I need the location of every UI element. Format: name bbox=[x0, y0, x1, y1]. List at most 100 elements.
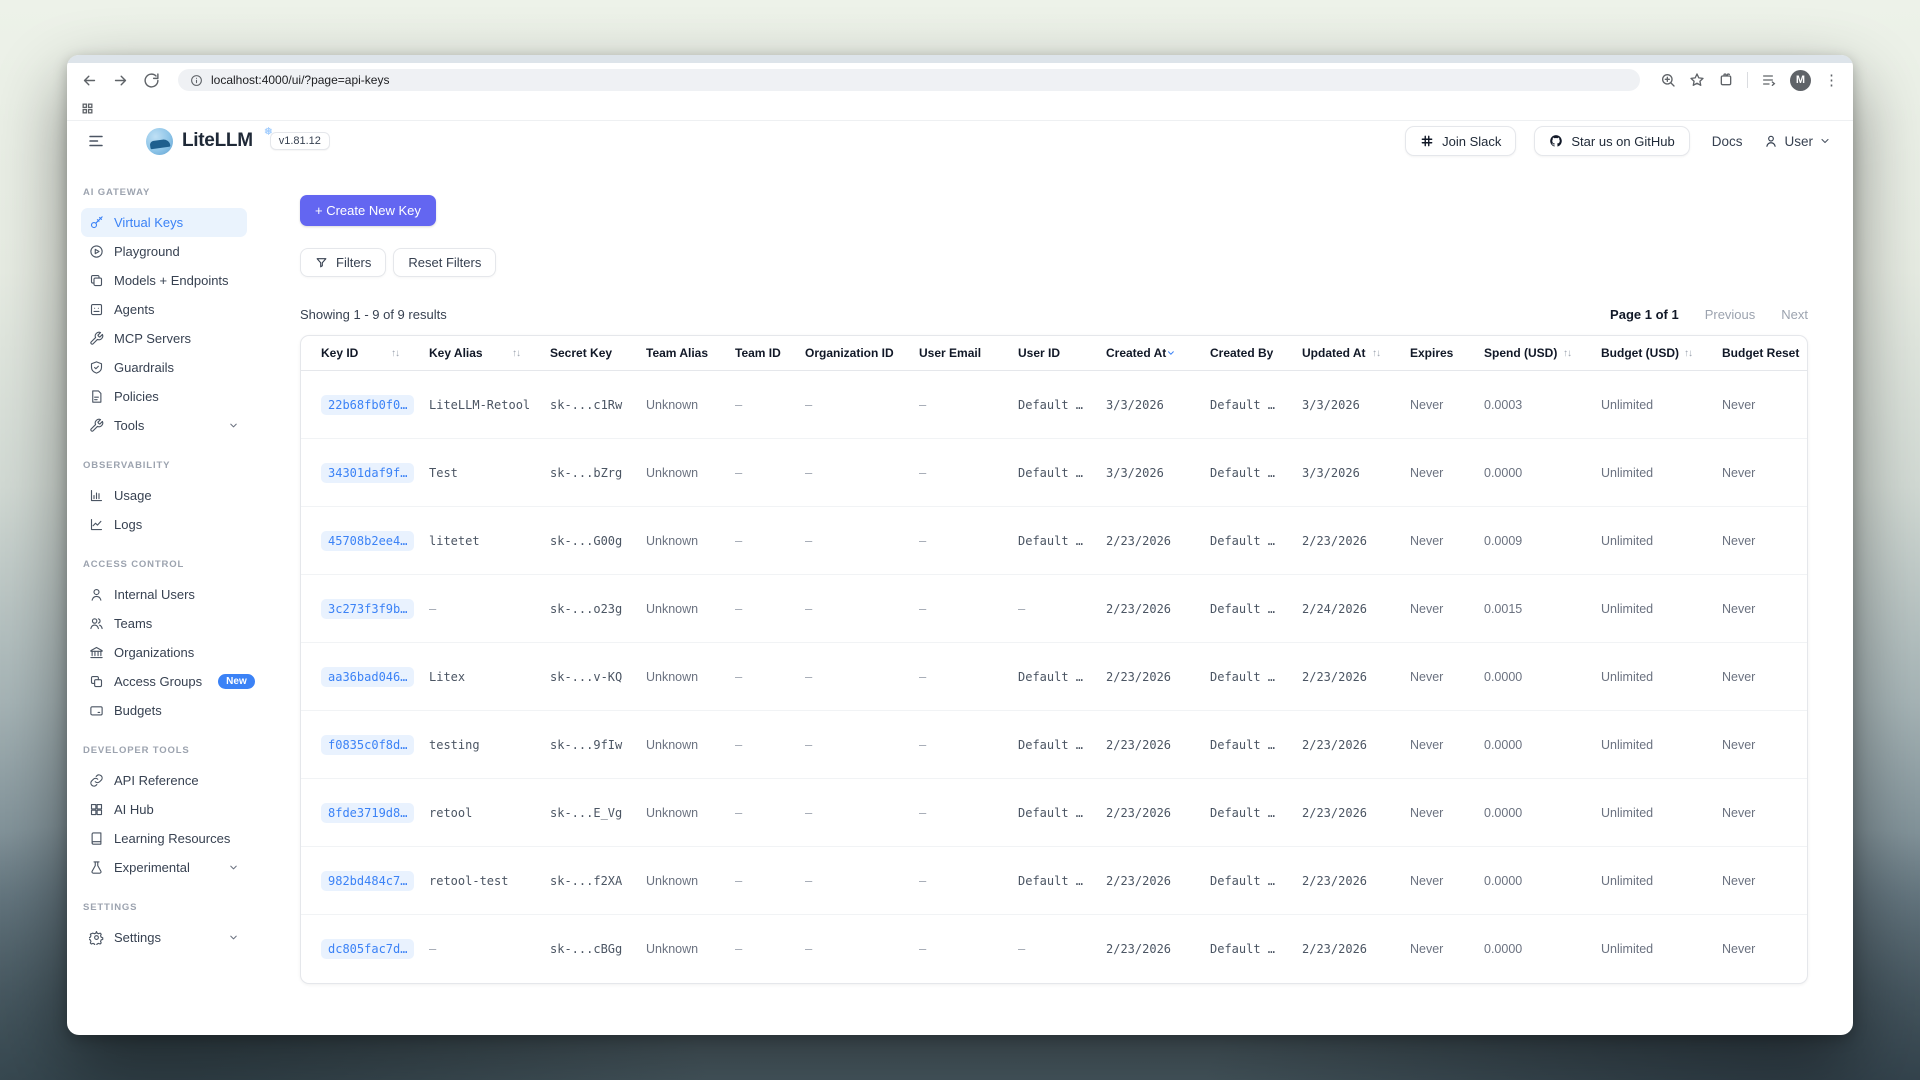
column-header-organization-id[interactable]: Organization ID bbox=[805, 336, 919, 370]
join-slack-label: Join Slack bbox=[1442, 134, 1501, 149]
sort-icon[interactable]: ↑↓ bbox=[512, 348, 520, 359]
browser-profile-avatar[interactable]: M bbox=[1790, 70, 1811, 91]
key-id-link[interactable]: 34301daf9f… bbox=[321, 463, 414, 483]
column-header-spend-usd[interactable]: Spend (USD)↑↓ bbox=[1484, 336, 1601, 370]
table-row[interactable]: 8fde3719d8…retoolsk-...E_VgUnknown–––Def… bbox=[301, 779, 1807, 847]
table-row[interactable]: 22b68fb0f0…LiteLLM-Retoolsk-...c1RwUnkno… bbox=[301, 371, 1807, 439]
sidebar-item-settings[interactable]: Settings bbox=[81, 923, 247, 952]
back-icon[interactable] bbox=[81, 72, 98, 89]
sidebar-item-guardrails[interactable]: Guardrails bbox=[81, 353, 247, 382]
table-row[interactable]: 3c273f3f9b…–sk-...o23gUnknown––––2/23/20… bbox=[301, 575, 1807, 643]
sidebar-item-models-endpoints[interactable]: Models + Endpoints bbox=[81, 266, 247, 295]
cell-key_id: 8fde3719d8… bbox=[321, 803, 429, 823]
cell-created_by: Default … bbox=[1210, 874, 1302, 888]
address-bar[interactable]: localhost:4000/ui/?page=api-keys bbox=[178, 69, 1640, 91]
sidebar-item-mcp-servers[interactable]: MCP Servers bbox=[81, 324, 247, 353]
cell-expires: Never bbox=[1410, 466, 1484, 480]
sidebar-item-internal-users[interactable]: Internal Users bbox=[81, 580, 247, 609]
column-header-budget-usd[interactable]: Budget (USD)↑↓ bbox=[1601, 336, 1722, 370]
sidebar-item-tools[interactable]: Tools bbox=[81, 411, 247, 440]
key-id-link[interactable]: dc805fac7d… bbox=[321, 939, 414, 959]
column-header-created-at[interactable]: Created At bbox=[1106, 336, 1210, 370]
column-header-budget-reset[interactable]: Budget Reset bbox=[1722, 336, 1807, 370]
cell-key_id: 45708b2ee4… bbox=[321, 531, 429, 551]
key-id-link[interactable]: 45708b2ee4… bbox=[321, 531, 414, 551]
sidebar-item-teams[interactable]: Teams bbox=[81, 609, 247, 638]
cell-updated_at: 2/23/2026 bbox=[1302, 738, 1410, 752]
cell-secret_key: sk-...E_Vg bbox=[550, 806, 646, 820]
key-id-link[interactable]: 22b68fb0f0… bbox=[321, 395, 414, 415]
key-id-link[interactable]: 8fde3719d8… bbox=[321, 803, 414, 823]
sidebar-item-api-reference[interactable]: API Reference bbox=[81, 766, 247, 795]
sort-icon[interactable]: ↑↓ bbox=[1372, 348, 1380, 359]
sidebar-item-virtual-keys[interactable]: Virtual Keys bbox=[81, 208, 247, 237]
sidebar-item-learning-resources[interactable]: Learning Resources bbox=[81, 824, 247, 853]
sort-icon[interactable]: ↑↓ bbox=[1684, 348, 1692, 359]
column-header-team-id[interactable]: Team ID bbox=[735, 336, 805, 370]
user-menu[interactable]: User bbox=[1764, 134, 1831, 149]
column-header-label: Organization ID bbox=[805, 346, 894, 360]
table-row[interactable]: 982bd484c7…retool-testsk-...f2XAUnknown–… bbox=[301, 847, 1807, 915]
sidebar-item-playground[interactable]: Playground bbox=[81, 237, 247, 266]
forward-icon[interactable] bbox=[112, 72, 129, 89]
previous-page-button[interactable]: Previous bbox=[1705, 307, 1756, 322]
brand[interactable]: LiteLLM v1.81.12 bbox=[146, 128, 330, 155]
sort-icon[interactable]: ↑↓ bbox=[1563, 348, 1571, 359]
cell-budget_reset: Never bbox=[1722, 466, 1807, 480]
browser-menu-icon[interactable]: ⋮ bbox=[1824, 73, 1839, 88]
sort-desc-icon[interactable] bbox=[1166, 347, 1176, 359]
table-row[interactable]: 34301daf9f…Testsk-...bZrgUnknown–––Defau… bbox=[301, 439, 1807, 507]
table-row[interactable]: 45708b2ee4…litetetsk-...G00gUnknown–––De… bbox=[301, 507, 1807, 575]
tab-list-icon[interactable] bbox=[1761, 72, 1777, 88]
sidebar-item-policies[interactable]: Policies bbox=[81, 382, 247, 411]
column-header-key-id[interactable]: Key ID↑↓ bbox=[321, 336, 429, 370]
cell-key_alias: retool bbox=[429, 806, 550, 820]
star-github-button[interactable]: Star us on GitHub bbox=[1534, 126, 1689, 156]
cell-budget_reset: Never bbox=[1722, 738, 1807, 752]
join-slack-button[interactable]: Join Slack bbox=[1405, 126, 1516, 156]
apps-grid-icon[interactable] bbox=[81, 102, 94, 115]
sidebar-item-agents[interactable]: Agents bbox=[81, 295, 247, 324]
table-row[interactable]: aa36bad046…Litexsk-...v-KQUnknown–––Defa… bbox=[301, 643, 1807, 711]
key-id-link[interactable]: aa36bad046… bbox=[321, 667, 414, 687]
cell-created_at: 3/3/2026 bbox=[1106, 398, 1210, 412]
column-header-expires[interactable]: Expires bbox=[1410, 336, 1484, 370]
sidebar-toggle-icon[interactable] bbox=[87, 132, 105, 150]
sidebar-item-access-groups[interactable]: Access GroupsNew bbox=[81, 667, 247, 696]
column-header-updated-at[interactable]: Updated At↑↓ bbox=[1302, 336, 1410, 370]
key-id-link[interactable]: f0835c0f8d… bbox=[321, 735, 414, 755]
bookmark-star-icon[interactable] bbox=[1689, 72, 1705, 88]
sidebar-item-ai-hub[interactable]: AI Hub bbox=[81, 795, 247, 824]
column-header-secret-key[interactable]: Secret Key bbox=[550, 336, 646, 370]
cell-key_id: 3c273f3f9b… bbox=[321, 599, 429, 619]
key-id-link[interactable]: 3c273f3f9b… bbox=[321, 599, 414, 619]
column-header-team-alias[interactable]: Team Alias bbox=[646, 336, 735, 370]
cell-team_alias: Unknown bbox=[646, 738, 735, 752]
key-id-link[interactable]: 982bd484c7… bbox=[321, 871, 414, 891]
reset-filters-button[interactable]: Reset Filters bbox=[393, 248, 496, 277]
sort-icon[interactable]: ↑↓ bbox=[391, 348, 399, 359]
create-new-key-button[interactable]: + Create New Key bbox=[300, 195, 436, 226]
sidebar-item-logs[interactable]: Logs bbox=[81, 510, 247, 539]
sidebar-item-budgets[interactable]: Budgets bbox=[81, 696, 247, 725]
column-header-user-id[interactable]: User ID bbox=[1018, 336, 1106, 370]
cell-key_alias: litetet bbox=[429, 534, 550, 548]
reload-icon[interactable] bbox=[143, 72, 160, 89]
column-header-created-by[interactable]: Created By bbox=[1210, 336, 1302, 370]
site-info-icon[interactable] bbox=[190, 74, 203, 87]
column-header-key-alias[interactable]: Key Alias↑↓ bbox=[429, 336, 550, 370]
sidebar-item-organizations[interactable]: Organizations bbox=[81, 638, 247, 667]
table-row[interactable]: f0835c0f8d…testingsk-...9fIwUnknown–––De… bbox=[301, 711, 1807, 779]
docs-link[interactable]: Docs bbox=[1712, 134, 1743, 149]
sidebar-item-label: Policies bbox=[114, 389, 159, 404]
cell-budget_reset: Never bbox=[1722, 602, 1807, 616]
sidebar-item-usage[interactable]: Usage bbox=[81, 481, 247, 510]
column-header-user-email[interactable]: User Email bbox=[919, 336, 1018, 370]
extensions-icon[interactable] bbox=[1718, 72, 1734, 88]
cell-budget_reset: Never bbox=[1722, 670, 1807, 684]
table-row[interactable]: dc805fac7d…–sk-...cBGgUnknown––––2/23/20… bbox=[301, 915, 1807, 983]
next-page-button[interactable]: Next bbox=[1781, 307, 1808, 322]
zoom-icon[interactable] bbox=[1660, 72, 1676, 88]
sidebar-item-experimental[interactable]: Experimental bbox=[81, 853, 247, 882]
filters-button[interactable]: Filters bbox=[300, 248, 386, 277]
